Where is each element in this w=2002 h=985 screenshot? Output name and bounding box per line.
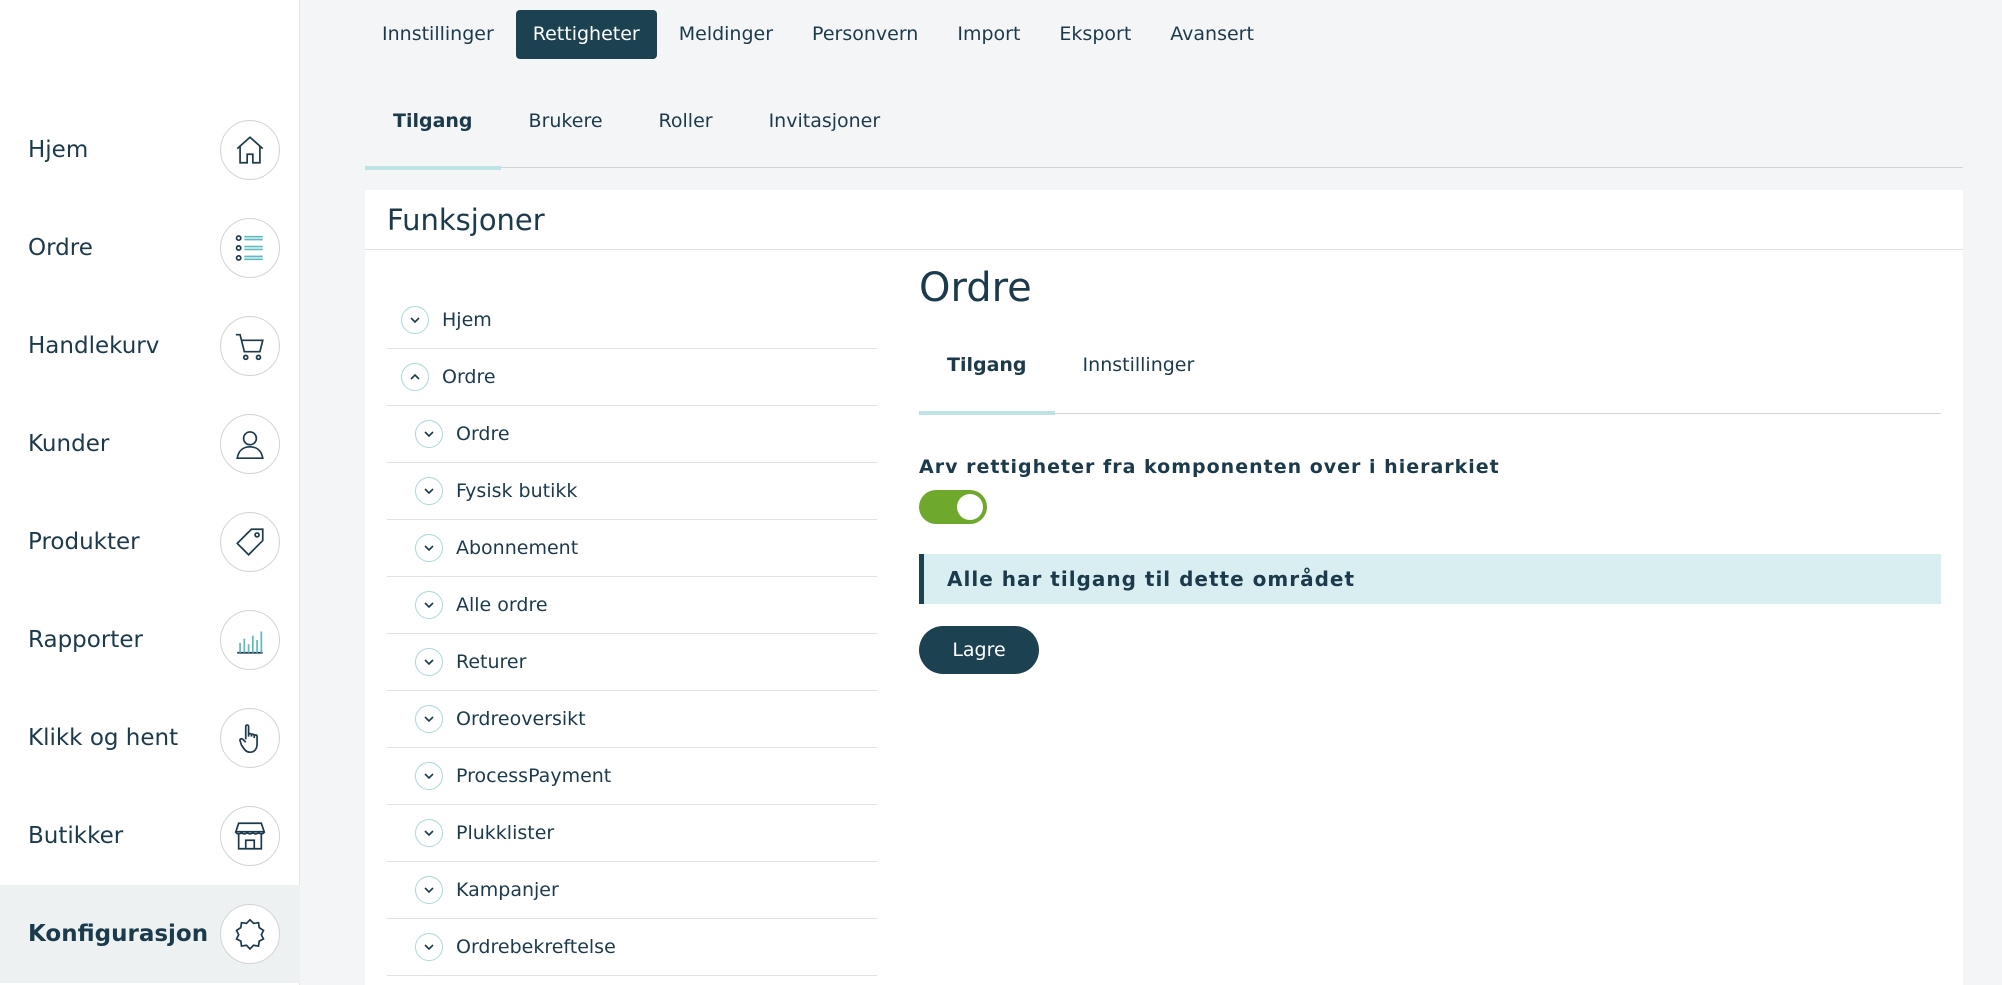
- sidebar-item-butikker[interactable]: Butikker: [0, 787, 300, 885]
- tree-item-label: Abonnement: [456, 537, 579, 559]
- chevron-down-icon[interactable]: [415, 819, 443, 847]
- sidebar: Hjem Ordre Handlekurv Kunder Produkter R…: [0, 0, 300, 985]
- sidebar-item-hjem[interactable]: Hjem: [0, 101, 300, 199]
- tree-item[interactable]: Hjem: [387, 292, 877, 349]
- top-tabs: Innstillinger Rettigheter Meldinger Pers…: [365, 10, 1276, 59]
- tab-personvern[interactable]: Personvern: [795, 10, 935, 59]
- tree-item-label: Ordre: [442, 366, 496, 388]
- tree-item-label: ProcessPayment: [456, 765, 612, 787]
- tree-item[interactable]: Abonnement: [387, 520, 877, 577]
- detail-tab-tilgang[interactable]: Tilgang: [919, 336, 1055, 415]
- chevron-down-icon[interactable]: [415, 477, 443, 505]
- tree-item[interactable]: Plukklister: [387, 805, 877, 862]
- tree-item[interactable]: Ordrebekreftelse: [387, 919, 877, 976]
- sidebar-item-klikk-og-hent[interactable]: Klikk og hent: [0, 689, 300, 787]
- tab-innstillinger[interactable]: Innstillinger: [365, 10, 511, 59]
- gear-icon: [220, 904, 280, 964]
- sub-tabs: Tilgang Brukere Roller Invitasjoner: [365, 96, 1963, 170]
- function-tree: Hjem Ordre Ordre Fysisk butikk Abonnemen…: [387, 292, 877, 976]
- sidebar-item-konfigurasjon[interactable]: Konfigurasjon: [0, 885, 300, 983]
- tree-item-label: Hjem: [442, 309, 492, 331]
- sidebar-item-label: Konfigurasjon: [28, 921, 209, 947]
- sidebar-item-kunder[interactable]: Kunder: [0, 395, 300, 493]
- chevron-up-icon[interactable]: [401, 363, 429, 391]
- chevron-down-icon[interactable]: [401, 306, 429, 334]
- tree-item-label: Ordrebekreftelse: [456, 936, 616, 958]
- store-icon: [220, 806, 280, 866]
- sidebar-item-handlekurv[interactable]: Handlekurv: [0, 297, 300, 395]
- tag-icon: [220, 512, 280, 572]
- inherit-label: Arv rettigheter fra komponenten over i h…: [919, 456, 1500, 478]
- save-button[interactable]: Lagre: [919, 626, 1039, 674]
- sidebar-item-label: Rapporter: [28, 627, 143, 653]
- hand-pointer-icon: [220, 708, 280, 768]
- tree-item[interactable]: Returer: [387, 634, 877, 691]
- detail-panel: Ordre Tilgang Innstillinger Arv rettighe…: [919, 258, 1941, 674]
- cart-icon: [220, 316, 280, 376]
- tree-item-label: Ordreoversikt: [456, 708, 586, 730]
- chevron-down-icon[interactable]: [415, 420, 443, 448]
- access-notice: Alle har tilgang til dette området: [919, 554, 1941, 604]
- tree-item-label: Returer: [456, 651, 527, 673]
- detail-tab-innstillinger[interactable]: Innstillinger: [1055, 336, 1223, 413]
- card-title: Funksjoner: [365, 190, 1963, 250]
- tree-item[interactable]: ProcessPayment: [387, 748, 877, 805]
- tree-item-label: Plukklister: [456, 822, 555, 844]
- sidebar-item-label: Handlekurv: [28, 333, 160, 359]
- tree-item[interactable]: Ordre: [387, 406, 877, 463]
- chevron-down-icon[interactable]: [415, 933, 443, 961]
- sidebar-item-label: Butikker: [28, 823, 124, 849]
- subtab-roller[interactable]: Roller: [631, 96, 741, 168]
- tree-item-label: Fysisk butikk: [456, 480, 578, 502]
- sidebar-item-produkter[interactable]: Produkter: [0, 493, 300, 591]
- subtab-brukere[interactable]: Brukere: [501, 96, 631, 168]
- sidebar-item-rapporter[interactable]: Rapporter: [0, 591, 300, 689]
- chevron-down-icon[interactable]: [415, 876, 443, 904]
- tree-item-label: Kampanjer: [456, 879, 559, 901]
- sidebar-item-ordre[interactable]: Ordre: [0, 199, 300, 297]
- bar-chart-icon: [220, 610, 280, 670]
- tree-item-label: Alle ordre: [456, 594, 548, 616]
- detail-tabs: Tilgang Innstillinger: [919, 336, 1941, 415]
- chevron-down-icon[interactable]: [415, 591, 443, 619]
- chevron-down-icon[interactable]: [415, 762, 443, 790]
- detail-title: Ordre: [919, 265, 1032, 311]
- inherit-toggle[interactable]: [919, 490, 987, 524]
- tree-item-label: Ordre: [456, 423, 510, 445]
- user-icon: [220, 414, 280, 474]
- list-icon: [220, 218, 280, 278]
- tab-rettigheter[interactable]: Rettigheter: [515, 10, 657, 59]
- chevron-down-icon[interactable]: [415, 705, 443, 733]
- sidebar-item-label: Produkter: [28, 529, 140, 555]
- sidebar-item-label: Kunder: [28, 431, 110, 457]
- tab-eksport[interactable]: Eksport: [1042, 10, 1148, 59]
- tab-meldinger[interactable]: Meldinger: [662, 10, 790, 59]
- tree-item[interactable]: Alle ordre: [387, 577, 877, 634]
- tree-item[interactable]: Ordreoversikt: [387, 691, 877, 748]
- tree-item[interactable]: Kampanjer: [387, 862, 877, 919]
- functions-card: Funksjoner Hjem Ordre Ordre Fysisk butik…: [365, 190, 1963, 985]
- sidebar-item-label: Ordre: [28, 235, 93, 261]
- chevron-down-icon[interactable]: [415, 534, 443, 562]
- home-icon: [220, 120, 280, 180]
- chevron-down-icon[interactable]: [415, 648, 443, 676]
- tab-import[interactable]: Import: [940, 10, 1037, 59]
- sidebar-item-label: Hjem: [28, 137, 89, 163]
- subtab-invitasjoner[interactable]: Invitasjoner: [741, 96, 909, 168]
- tree-item[interactable]: Fysisk butikk: [387, 463, 877, 520]
- toggle-knob: [957, 494, 983, 520]
- sidebar-item-label: Klikk og hent: [28, 725, 179, 751]
- tab-avansert[interactable]: Avansert: [1153, 10, 1271, 59]
- tree-item[interactable]: Ordre: [387, 349, 877, 406]
- subtab-tilgang[interactable]: Tilgang: [365, 96, 501, 170]
